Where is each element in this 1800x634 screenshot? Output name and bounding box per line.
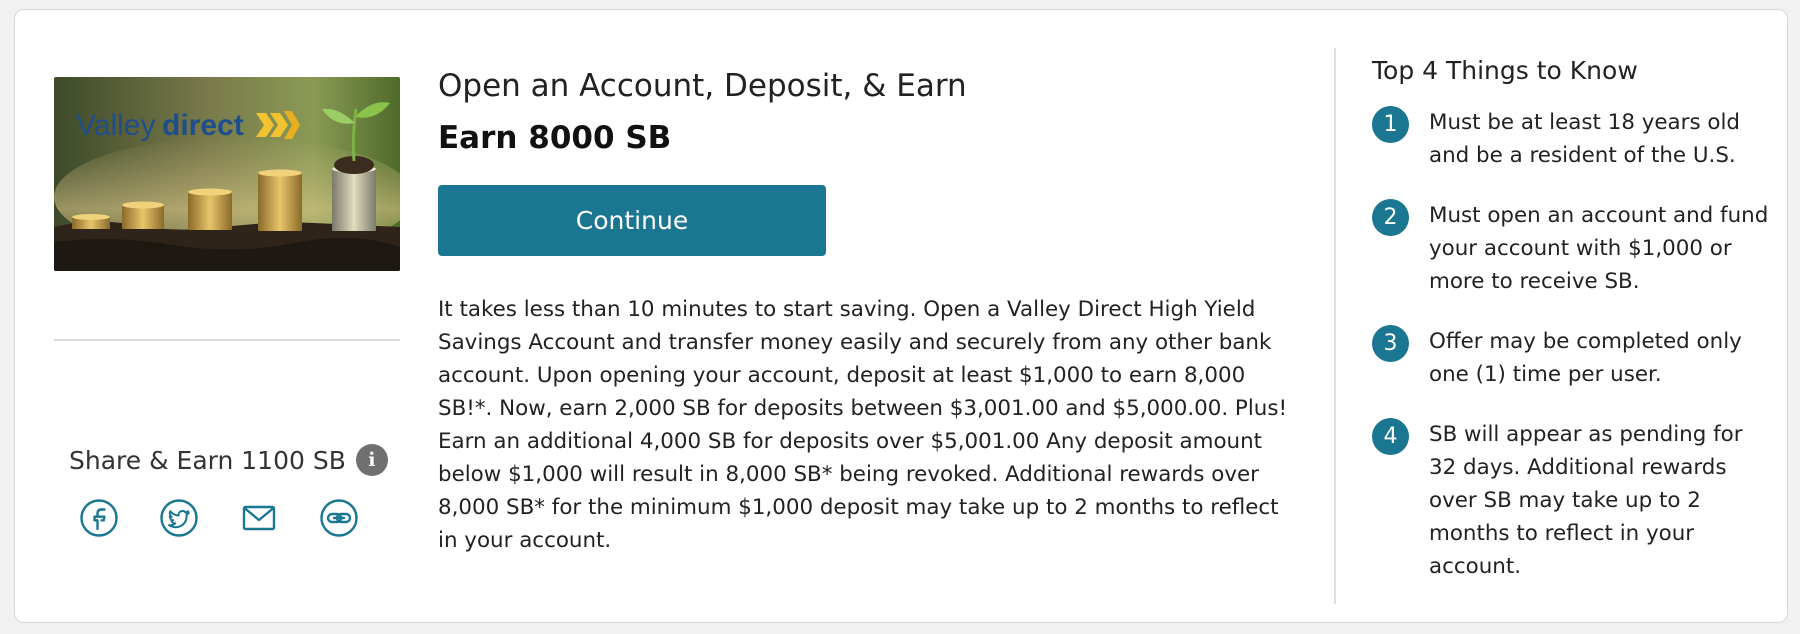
- facebook-share-button[interactable]: [79, 498, 119, 538]
- step-number-badge: 3: [1372, 325, 1409, 362]
- copy-link-button[interactable]: [319, 498, 359, 538]
- things-to-know-title: Top 4 Things to Know: [1372, 56, 1638, 85]
- facebook-icon: [80, 499, 118, 537]
- twitter-share-button[interactable]: [159, 498, 199, 538]
- step-number-badge: 1: [1372, 106, 1409, 143]
- step-number-badge: 4: [1372, 418, 1409, 455]
- continue-button[interactable]: Continue: [438, 185, 826, 256]
- list-item: 2 Must open an account and fund your acc…: [1372, 199, 1782, 298]
- list-item-text: Must be at least 18 years old and be a r…: [1429, 110, 1741, 168]
- list-item: 3 Offer may be completed only one (1) ti…: [1372, 325, 1782, 391]
- list-item-text: Must open an account and fund your accou…: [1429, 203, 1769, 294]
- left-divider: [54, 339, 400, 341]
- link-icon: [320, 499, 358, 537]
- step-number-badge: 2: [1372, 199, 1409, 236]
- brand-text-right: direct: [162, 109, 244, 142]
- list-item-text: Offer may be completed only one (1) time…: [1429, 329, 1742, 387]
- column-divider: [1334, 48, 1336, 604]
- email-share-button[interactable]: [239, 498, 279, 538]
- list-item-text: SB will appear as pending for 32 days. A…: [1429, 422, 1743, 579]
- offer-card: Valley direct Share & Earn 1100 SB i Ope…: [14, 9, 1788, 623]
- brand-text-left: Valley: [76, 109, 155, 142]
- email-icon: [242, 505, 276, 531]
- offer-description: It takes less than 10 minutes to start s…: [438, 297, 1288, 553]
- promo-image: Valley direct: [54, 77, 400, 271]
- share-earn-row: Share & Earn 1100 SB i: [69, 440, 388, 480]
- offer-amount: Earn 8000 SB: [438, 120, 672, 156]
- list-item: 1 Must be at least 18 years old and be a…: [1372, 106, 1782, 172]
- things-to-know-list: 1 Must be at least 18 years old and be a…: [1372, 106, 1782, 610]
- twitter-icon: [160, 499, 198, 537]
- list-item: 4 SB will appear as pending for 32 days.…: [1372, 418, 1782, 583]
- social-share-buttons: [79, 498, 359, 538]
- info-icon[interactable]: i: [355, 444, 388, 476]
- offer-title: Open an Account, Deposit, & Earn: [438, 68, 967, 104]
- share-earn-label: Share & Earn 1100 SB: [69, 445, 346, 475]
